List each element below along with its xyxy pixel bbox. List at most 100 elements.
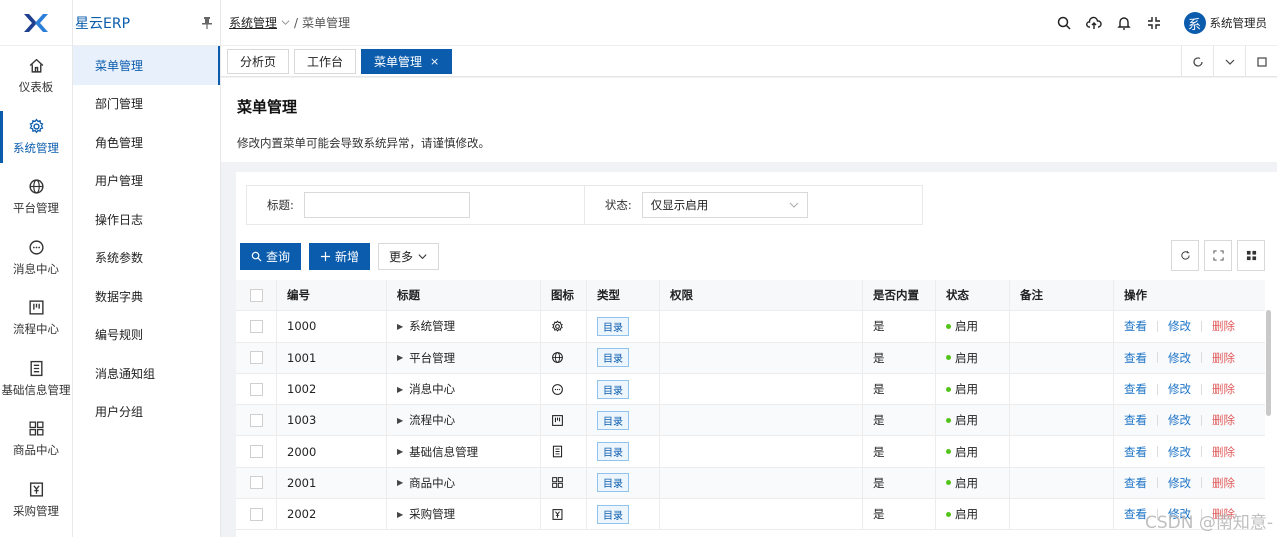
rail-item-gear[interactable]: 系统管理	[0, 107, 72, 168]
row-checkbox[interactable]	[249, 413, 263, 427]
id-cell: 2000	[277, 436, 387, 467]
table-scrollbar[interactable]	[1266, 310, 1271, 416]
pin-icon[interactable]	[202, 17, 212, 29]
submenu-item[interactable]: 用户分组	[73, 393, 220, 432]
rail-item-chat[interactable]: 消息中心	[0, 228, 72, 289]
edit-link[interactable]: 修改	[1168, 381, 1191, 397]
rail-item-document[interactable]: 基础信息管理	[0, 349, 72, 410]
column-header[interactable]: 备注	[1010, 280, 1114, 311]
column-header[interactable]: 类型	[587, 280, 660, 311]
submenu-item[interactable]: 菜单管理	[73, 46, 220, 85]
table-row[interactable]: 2001 ▶ 商品中心 目录 是 启用 查看 修改 删除	[236, 467, 1265, 500]
cloud-upload-icon[interactable]	[1085, 15, 1102, 31]
status-filter-select[interactable]: 仅显示启用	[641, 192, 808, 218]
view-link[interactable]: 查看	[1124, 475, 1147, 491]
fullscreen-icon[interactable]	[1146, 15, 1162, 31]
avatar[interactable]: 系	[1183, 12, 1206, 34]
submenu-item[interactable]: 消息通知组	[73, 354, 220, 393]
delete-link[interactable]: 删除	[1212, 318, 1235, 334]
query-button[interactable]: 查询	[240, 243, 302, 270]
fullscreen-table-button[interactable]	[1204, 240, 1232, 271]
tab-dropdown-button[interactable]	[1213, 46, 1245, 77]
table-row[interactable]: 2002 ▶ 采购管理 目录是启用 查看 修改 删除	[236, 499, 1265, 531]
row-checkbox[interactable]	[249, 319, 263, 333]
delete-link[interactable]: 删除	[1212, 412, 1235, 428]
actions-cell: 查看 修改 删除	[1114, 436, 1265, 466]
edit-link[interactable]: 修改	[1168, 444, 1191, 460]
rail-item-grid[interactable]: 商品中心	[0, 409, 72, 470]
delete-link[interactable]: 删除	[1212, 381, 1235, 397]
tab-item[interactable]: 分析页	[227, 48, 290, 74]
more-button[interactable]: 更多	[378, 243, 440, 270]
expand-arrow-icon[interactable]: ▶	[397, 478, 403, 487]
expand-arrow-icon[interactable]: ▶	[397, 447, 403, 456]
rail-item-kanban[interactable]: 流程中心	[0, 288, 72, 349]
edit-link[interactable]: 修改	[1168, 475, 1191, 491]
row-checkbox[interactable]	[249, 476, 263, 490]
expand-arrow-icon[interactable]: ▶	[397, 416, 403, 425]
chevron-down-icon[interactable]	[281, 18, 290, 27]
close-icon[interactable]: ×	[430, 55, 439, 68]
view-link[interactable]: 查看	[1124, 381, 1147, 397]
bell-icon[interactable]	[1116, 15, 1132, 31]
submenu-item[interactable]: 用户管理	[73, 162, 220, 201]
row-checkbox[interactable]	[249, 351, 263, 365]
type-cell: 目录	[587, 405, 660, 436]
submenu-item[interactable]: 角色管理	[73, 123, 220, 162]
column-header[interactable]: 权限	[660, 280, 863, 311]
expand-arrow-icon[interactable]: ▶	[397, 385, 403, 394]
select-all-checkbox[interactable]	[249, 288, 263, 302]
submenu-item[interactable]: 编号规则	[73, 316, 220, 355]
app-logo[interactable]	[0, 0, 72, 46]
delete-link[interactable]: 删除	[1212, 475, 1235, 491]
column-header[interactable]: 标题	[387, 280, 541, 311]
tab-item[interactable]: 菜单管理 ×	[361, 48, 453, 74]
user-menu[interactable]: 系 系统管理员	[1176, 12, 1268, 34]
row-checkbox[interactable]	[249, 507, 263, 521]
table-row[interactable]: 2000 ▶ 基础信息管理 目录 是 启用 查看 修改 删除	[236, 436, 1265, 468]
edit-link[interactable]: 修改	[1168, 412, 1191, 428]
column-header[interactable]: 图标	[541, 280, 587, 311]
table-row[interactable]: 1001 ▶ 平台管理 目录 是 启用 查看 修改 删除	[236, 342, 1265, 374]
view-link[interactable]: 查看	[1124, 412, 1147, 428]
row-select-cell	[236, 467, 277, 499]
edit-link[interactable]: 修改	[1168, 350, 1191, 366]
tab-item[interactable]: 工作台	[294, 48, 357, 74]
table-row[interactable]: 1000 ▶ 系统管理 目录 是 启用 查看 修改 删除	[236, 311, 1265, 343]
expand-arrow-icon[interactable]: ▶	[397, 353, 403, 362]
breadcrumb-parent[interactable]: 系统管理	[229, 14, 277, 31]
table-row[interactable]: 1003 ▶ 流程中心 目录 是 启用 查看 修改 删除	[236, 405, 1265, 437]
search-icon[interactable]	[1056, 15, 1072, 31]
view-link[interactable]: 查看	[1124, 318, 1147, 334]
rail-item-globe[interactable]: 平台管理	[0, 167, 72, 228]
submenu-item[interactable]: 操作日志	[73, 200, 220, 239]
submenu-item[interactable]: 数据字典	[73, 277, 220, 316]
refresh-table-button[interactable]	[1171, 240, 1199, 271]
view-link[interactable]: 查看	[1124, 444, 1147, 460]
submenu-item[interactable]: 系统参数	[73, 239, 220, 278]
title-filter-input[interactable]	[303, 192, 470, 218]
expand-arrow-icon[interactable]: ▶	[397, 322, 403, 331]
column-header[interactable]: 是否内置	[863, 280, 936, 311]
column-settings-button[interactable]	[1237, 240, 1265, 271]
rail-item-purchase[interactable]: 采购管理	[0, 470, 72, 531]
delete-link[interactable]: 删除	[1212, 444, 1235, 460]
view-link[interactable]: 查看	[1124, 350, 1147, 366]
column-header[interactable]: 状态	[936, 280, 1010, 311]
tab-maximize-button[interactable]	[1245, 46, 1277, 77]
view-link[interactable]: 查看	[1124, 506, 1147, 522]
row-checkbox[interactable]	[249, 382, 263, 396]
edit-link[interactable]: 修改	[1168, 318, 1191, 334]
submenu-item[interactable]: 部门管理	[73, 85, 220, 124]
expand-arrow-icon[interactable]: ▶	[397, 510, 403, 519]
column-header[interactable]: 编号	[277, 280, 387, 311]
user-name[interactable]: 系统管理员	[1210, 15, 1268, 31]
rail-item-home[interactable]: 仪表板	[0, 46, 72, 107]
delete-link[interactable]: 删除	[1212, 350, 1235, 366]
table-row[interactable]: 1002 ▶ 消息中心 目录 是 启用 查看 修改 删除	[236, 373, 1265, 406]
add-button[interactable]: 新增	[309, 243, 371, 270]
icon-cell	[541, 467, 587, 499]
column-header[interactable]: 操作	[1114, 280, 1265, 310]
row-checkbox[interactable]	[249, 445, 263, 459]
refresh-tab-button[interactable]	[1181, 46, 1213, 77]
